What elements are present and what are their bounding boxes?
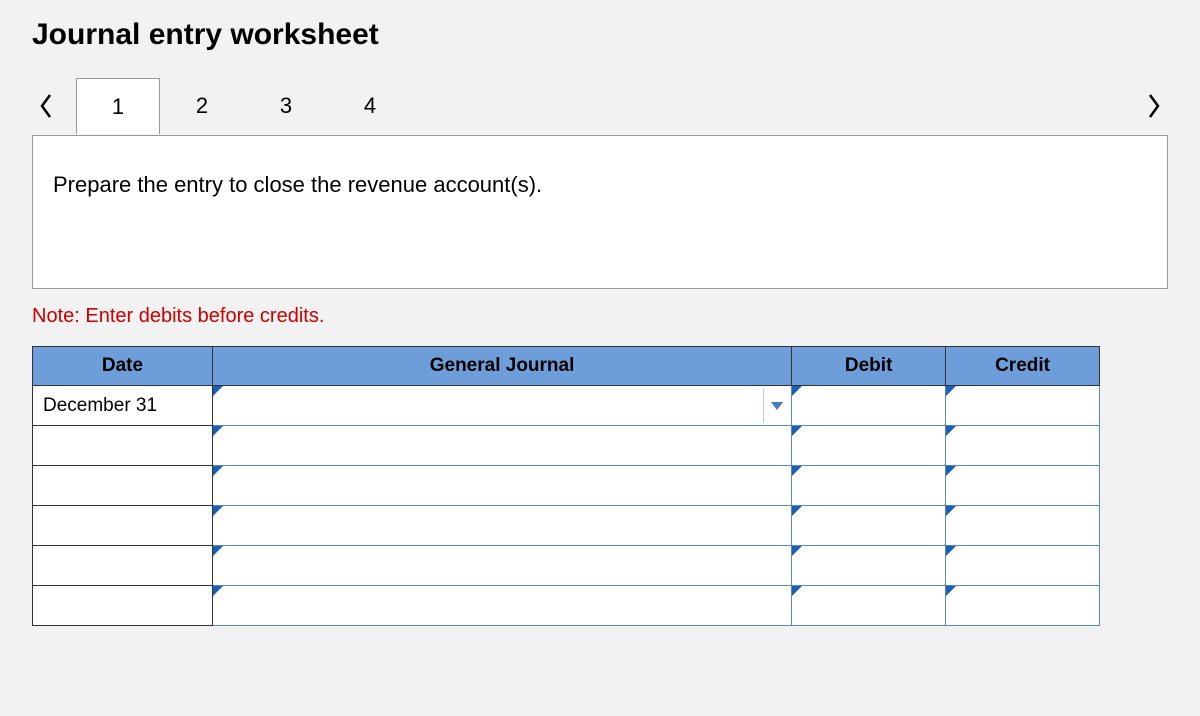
editable-marker-icon bbox=[792, 426, 802, 436]
instruction-box: Prepare the entry to close the revenue a… bbox=[32, 135, 1168, 289]
editable-marker-icon bbox=[946, 506, 956, 516]
table-row bbox=[33, 426, 1100, 466]
column-header-date: Date bbox=[33, 347, 213, 386]
editable-marker-icon bbox=[946, 386, 956, 396]
table-row bbox=[33, 546, 1100, 586]
credit-cell[interactable] bbox=[946, 586, 1100, 626]
general-journal-cell[interactable] bbox=[212, 426, 791, 466]
date-cell[interactable] bbox=[33, 466, 213, 506]
journal-table: Date General Journal Debit Credit Decemb… bbox=[32, 346, 1100, 626]
date-cell[interactable] bbox=[33, 546, 213, 586]
editable-marker-icon bbox=[792, 506, 802, 516]
table-row bbox=[33, 586, 1100, 626]
column-header-credit: Credit bbox=[946, 347, 1100, 386]
table-row: December 31 bbox=[33, 386, 1100, 426]
debit-cell[interactable] bbox=[792, 386, 946, 426]
editable-marker-icon bbox=[946, 426, 956, 436]
editable-marker-icon bbox=[946, 586, 956, 596]
editable-marker-icon bbox=[792, 546, 802, 556]
general-journal-cell[interactable] bbox=[212, 546, 791, 586]
column-header-journal: General Journal bbox=[212, 347, 791, 386]
general-journal-cell[interactable] bbox=[212, 586, 791, 626]
date-cell[interactable]: December 31 bbox=[33, 386, 213, 426]
debit-cell[interactable] bbox=[792, 426, 946, 466]
debit-cell[interactable] bbox=[792, 586, 946, 626]
debit-cell[interactable] bbox=[792, 546, 946, 586]
general-journal-cell[interactable] bbox=[212, 506, 791, 546]
editable-marker-icon bbox=[213, 546, 223, 556]
prev-entry-button[interactable] bbox=[32, 93, 60, 119]
general-journal-cell[interactable] bbox=[212, 386, 791, 426]
editable-marker-icon bbox=[213, 586, 223, 596]
general-journal-cell[interactable] bbox=[212, 466, 791, 506]
credit-cell[interactable] bbox=[946, 466, 1100, 506]
note-text: Note: Enter debits before credits. bbox=[32, 305, 1168, 328]
chevron-left-icon bbox=[38, 93, 54, 119]
editable-marker-icon bbox=[946, 546, 956, 556]
editable-marker-icon bbox=[213, 386, 223, 396]
tab-4[interactable]: 4 bbox=[328, 78, 412, 134]
instruction-text: Prepare the entry to close the revenue a… bbox=[53, 172, 542, 197]
debit-cell[interactable] bbox=[792, 466, 946, 506]
credit-cell[interactable] bbox=[946, 386, 1100, 426]
credit-cell[interactable] bbox=[946, 546, 1100, 586]
credit-cell[interactable] bbox=[946, 506, 1100, 546]
next-entry-button[interactable] bbox=[1140, 93, 1168, 119]
chevron-right-icon bbox=[1146, 93, 1162, 119]
column-header-debit: Debit bbox=[792, 347, 946, 386]
tab-row: 1234 bbox=[32, 76, 1168, 136]
editable-marker-icon bbox=[213, 426, 223, 436]
table-row bbox=[33, 466, 1100, 506]
debit-cell[interactable] bbox=[792, 506, 946, 546]
tab-2[interactable]: 2 bbox=[160, 78, 244, 134]
tab-3[interactable]: 3 bbox=[244, 78, 328, 134]
table-row bbox=[33, 506, 1100, 546]
editable-marker-icon bbox=[792, 386, 802, 396]
editable-marker-icon bbox=[792, 466, 802, 476]
date-cell[interactable] bbox=[33, 426, 213, 466]
tabs-container: 1234 bbox=[76, 78, 412, 134]
editable-marker-icon bbox=[213, 466, 223, 476]
editable-marker-icon bbox=[946, 466, 956, 476]
dropdown-arrow-icon[interactable] bbox=[763, 388, 789, 423]
editable-marker-icon bbox=[792, 586, 802, 596]
credit-cell[interactable] bbox=[946, 426, 1100, 466]
date-cell[interactable] bbox=[33, 586, 213, 626]
tab-1[interactable]: 1 bbox=[76, 78, 160, 134]
page-title: Journal entry worksheet bbox=[32, 18, 1168, 52]
editable-marker-icon bbox=[213, 506, 223, 516]
date-cell[interactable] bbox=[33, 506, 213, 546]
